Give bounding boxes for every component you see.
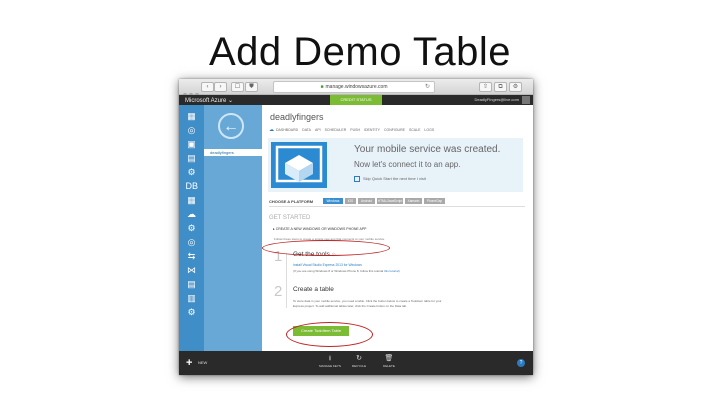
rail-icon-0[interactable]: ▦: [186, 111, 198, 121]
rail-icon-8[interactable]: ⚙: [186, 223, 198, 233]
delete-button[interactable]: 🗑 DELETE: [374, 355, 404, 368]
avatar[interactable]: [522, 96, 530, 104]
command-label: MANAGE KEYS: [319, 364, 341, 368]
recycle-icon: ↻: [356, 355, 362, 362]
install-vs-link[interactable]: Install Visual Studio Express 2013 for W…: [293, 263, 362, 267]
rail-icon-5[interactable]: DB: [186, 181, 199, 191]
service-tabs: ☁ DASHBOARD DATA API SCHEDULER PUSH IDENTITY CO…: [269, 127, 438, 133]
step2-desc-2: Express project. To add additional table…: [293, 304, 408, 308]
command-label: RECYCLE: [351, 364, 367, 368]
rail-icon-4[interactable]: ⚙: [186, 167, 198, 177]
portal-header: Microsoft Azure ⌄ CREDIT STATUS DeadlyFi…: [179, 95, 533, 105]
step1-note-suffix: ): [398, 269, 400, 273]
tab-configure[interactable]: CONFIGURE: [384, 128, 405, 132]
platform-windows[interactable]: Windows: [323, 198, 343, 204]
account-label[interactable]: DeadlyFingers@live.com: [474, 97, 519, 102]
brand-menu[interactable]: Microsoft Azure ⌄: [185, 97, 233, 104]
tab-api[interactable]: API: [315, 128, 321, 132]
hero-heading: Your mobile service was created.: [354, 144, 501, 155]
reload-icon[interactable]: ↻: [425, 82, 430, 92]
tab-scale[interactable]: SCALE: [409, 128, 420, 132]
create-app-option[interactable]: ▸ CREATE A NEW WINDOWS OR WINDOWS PHONE …: [273, 227, 366, 231]
slide-title: Add Demo Table: [209, 30, 511, 74]
platform-label: CHOOSE A PLATFORM: [269, 199, 314, 204]
command-bar: + NEW ? ⭳ MANAGE KEYS ↻ RECYCLE 🗑 DELETE: [179, 351, 533, 375]
rail-icon-13[interactable]: ▥: [186, 293, 198, 303]
rail-icon-12[interactable]: ▤: [186, 279, 198, 289]
service-nav: ← deadlyfingers: [204, 105, 262, 351]
step-divider: [286, 253, 287, 308]
credit-status-button[interactable]: CREDIT STATUS: [330, 95, 382, 105]
command-label: DELETE: [383, 364, 395, 368]
delete-icon: 🗑: [384, 355, 394, 362]
skip-quickstart-checkbox[interactable]: Skip Quick Start the next time I visit: [354, 176, 426, 182]
chevron-down-icon: ⌄: [228, 98, 234, 104]
service-name: deadlyfingers: [270, 112, 324, 122]
brand-label: Microsoft Azure: [185, 98, 227, 104]
tab-scheduler[interactable]: SCHEDULER: [325, 128, 347, 132]
rail-icon-1[interactable]: ◎: [186, 125, 198, 135]
tab-push[interactable]: PUSH: [350, 128, 360, 132]
lock-icon: ■: [320, 84, 324, 90]
step1-note-prefix: (If you are using Windows 8 or Windows P…: [293, 269, 385, 273]
back-icon[interactable]: ‹: [201, 82, 214, 92]
platform-android[interactable]: Android: [358, 198, 375, 204]
plus-icon[interactable]: +: [186, 357, 192, 369]
highlight-oval-create-app: [262, 240, 390, 256]
skip-label: Skip Quick Start the next time I visit: [363, 176, 426, 182]
platform-ios[interactable]: iOS: [345, 198, 356, 204]
checkbox-icon[interactable]: [354, 176, 360, 182]
url-text: manage.windowsazure.com: [325, 84, 388, 90]
share-icon[interactable]: ⇧: [479, 82, 492, 92]
platform-phonegap[interactable]: PhoneGap: [424, 198, 445, 204]
mobile-service-icon: [271, 142, 327, 188]
tutorial-link[interactable]: this tutorial: [384, 269, 399, 273]
back-arrow-icon[interactable]: ←: [218, 113, 244, 139]
main-content: deadlyfingers ☁ DASHBOARD DATA API SCHEDULER…: [262, 105, 533, 351]
hero-subheading: Now let's connect it to an app.: [354, 160, 461, 169]
help-icon[interactable]: ?: [517, 359, 525, 367]
tab-logs[interactable]: LOGS: [424, 128, 434, 132]
tab-dashboard[interactable]: DASHBOARD: [276, 128, 298, 132]
get-started-heading: GET STARTED: [269, 215, 311, 221]
browser-toolbar: ‹ › ☐ ⛊ ■ manage.windowsazure.com ↻ ⇧ ⧉ ⚙: [179, 79, 533, 97]
tab-data[interactable]: DATA: [302, 128, 311, 132]
step2-desc-1: To store data in your mobile service, yo…: [293, 299, 442, 303]
nav-item-deadlyfingers[interactable]: deadlyfingers: [204, 149, 262, 156]
address-bar[interactable]: ■ manage.windowsazure.com ↻: [273, 81, 435, 93]
rail-icon-7[interactable]: ☁: [186, 209, 198, 219]
step2-number: 2: [274, 283, 283, 300]
tabs-icon[interactable]: ⧉: [494, 82, 507, 92]
service-rail: ▦ ◎ ▣ ▤ ⚙ DB ▦ ☁ ⚙ ◎ ⇆ ⋈ ▤ ▥ ⚙: [179, 105, 204, 375]
forward-icon[interactable]: ›: [214, 82, 227, 92]
platform-html-javascript[interactable]: HTML/JavaScript: [377, 198, 403, 204]
rail-icon-10[interactable]: ⇆: [186, 251, 198, 261]
tab-identity[interactable]: IDENTITY: [364, 128, 380, 132]
sidebar-icon[interactable]: ☐: [231, 82, 244, 92]
platform-xamarin[interactable]: Xamarin: [405, 198, 422, 204]
rail-icon-9[interactable]: ◎: [186, 237, 198, 247]
shield-icon[interactable]: ⛊: [245, 82, 258, 92]
recycle-button[interactable]: ↻ RECYCLE: [344, 355, 374, 368]
rail-icon-11[interactable]: ⋈: [186, 265, 198, 275]
new-button[interactable]: NEW: [198, 360, 207, 365]
cloud-icon[interactable]: ☁: [269, 127, 274, 133]
highlight-oval-create-table: [286, 322, 373, 347]
manage-keys-button[interactable]: ⭳ MANAGE KEYS: [315, 355, 345, 368]
rail-icon-2[interactable]: ▣: [186, 139, 198, 149]
create-app-label: CREATE A NEW WINDOWS OR WINDOWS PHONE AP…: [275, 227, 367, 231]
manage-keys-icon: ⭳: [328, 355, 332, 362]
step2-title: Create a table: [293, 286, 334, 293]
step1-note: (If you are using Windows 8 or Windows P…: [293, 269, 400, 273]
rail-icon-6[interactable]: ▦: [186, 195, 198, 205]
rail-icon-3[interactable]: ▤: [186, 153, 198, 163]
quickstart-banner: Your mobile service was created. Now let…: [268, 138, 523, 192]
settings-icon[interactable]: ⚙: [509, 82, 522, 92]
rail-icon-14[interactable]: ⚙: [186, 307, 198, 317]
screenshot: ‹ › ☐ ⛊ ■ manage.windowsazure.com ↻ ⇧ ⧉ ⚙…: [179, 79, 533, 375]
platform-chooser: CHOOSE A PLATFORM Windows iOS Android HTML/…: [269, 196, 525, 207]
